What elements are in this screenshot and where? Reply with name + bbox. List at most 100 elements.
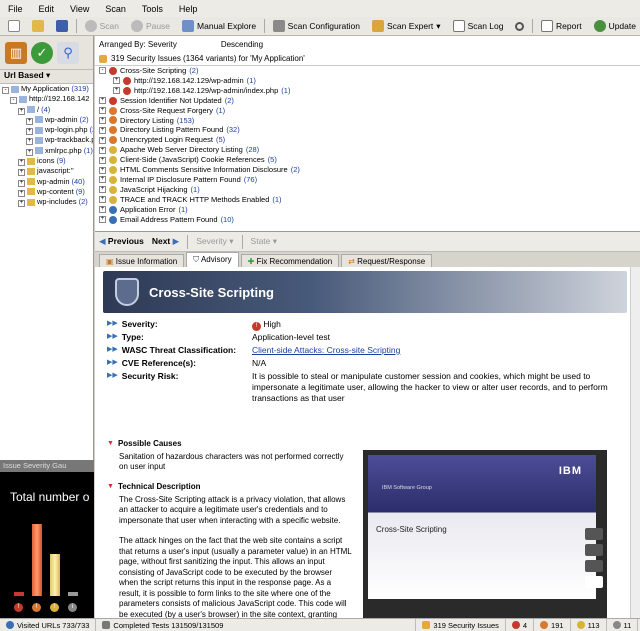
menu-scan[interactable]: Scan (105, 4, 126, 14)
checkmark-view-button[interactable]: ✓ (31, 41, 53, 64)
scan-expert-button[interactable]: Scan Expert ▾ (368, 18, 445, 34)
open-button[interactable] (28, 18, 48, 34)
new-button[interactable] (4, 18, 24, 34)
expand-icon[interactable]: + (99, 166, 106, 174)
tab-advisory[interactable]: ⛉ Advisory (186, 252, 239, 267)
issue-item[interactable]: + http://192.168.142.129/wp-admin (1) (99, 76, 640, 86)
previous-button[interactable]: ◀ Previous (99, 236, 144, 247)
severity-dropdown[interactable]: Severity ▾ (196, 236, 233, 247)
expand-icon[interactable]: + (26, 128, 33, 136)
scan-button[interactable]: Scan (81, 18, 123, 34)
issue-item[interactable]: + Internal IP Disclosure Pattern Found (76… (99, 175, 640, 185)
pause-button[interactable]: Pause (127, 18, 174, 34)
report-button[interactable]: Report (537, 18, 586, 34)
tree-item[interactable]: + wp-includes (2) (2, 197, 93, 208)
issue-item[interactable]: + Directory Listing Pattern Found (32) (99, 125, 640, 135)
expand-icon[interactable]: + (18, 159, 25, 167)
tree-item[interactable]: + wp-admin (40) (2, 177, 93, 187)
menu-file[interactable]: File (8, 4, 23, 14)
expand-icon[interactable]: + (18, 169, 25, 177)
scan-view-button[interactable]: ⚲ (57, 41, 79, 64)
scan-log-button[interactable]: Scan Log (449, 18, 508, 34)
tree-item[interactable]: + wp-trackback.p (2, 135, 93, 146)
expand-icon[interactable]: + (99, 146, 106, 154)
expand-icon[interactable]: + (99, 97, 106, 105)
issue-item[interactable]: + TRACE and TRACK HTTP Methods Enabled (1) (99, 195, 640, 205)
low-severity-icon (576, 621, 585, 629)
tab-fix-recommendation[interactable]: ✚ Fix Recommendation (240, 254, 340, 267)
manual-explore-button[interactable]: Manual Explore (178, 18, 260, 34)
content-scrollbar[interactable] (630, 267, 640, 619)
tree-item[interactable]: + wp-content (9) (2, 187, 93, 197)
issue-item[interactable]: - Cross-Site Scripting (2) (99, 66, 640, 76)
sort-order-label[interactable]: Descending (221, 40, 263, 50)
expand-icon[interactable]: + (113, 77, 120, 85)
menu-help[interactable]: Help (179, 4, 198, 14)
tree-item[interactable]: + javascript:'' (2, 166, 93, 177)
folder-icon (35, 126, 43, 134)
issue-item[interactable]: + HTML Comments Sensitive Information Dis… (99, 165, 640, 175)
expand-icon[interactable]: + (18, 189, 25, 197)
expand-icon[interactable]: + (99, 196, 106, 204)
expand-icon[interactable]: + (26, 148, 33, 156)
wasc-link[interactable]: Client-side Attacks: Cross-site Scriptin… (252, 345, 400, 355)
issue-item[interactable]: + Unencrypted Login Request (5) (99, 135, 640, 145)
expand-icon[interactable]: + (99, 176, 106, 184)
issue-item[interactable]: + Directory Listing (153) (99, 116, 640, 126)
menu-view[interactable]: View (70, 4, 89, 14)
menu-edit[interactable]: Edit (39, 4, 55, 14)
issue-item-count: (153) (176, 115, 195, 125)
tree-item[interactable]: + xmlrpc.php (1) (2, 146, 93, 156)
scan-configuration-button[interactable]: Scan Configuration (269, 18, 364, 34)
tab-request-response[interactable]: ⇄ Request/Response (341, 254, 433, 267)
expand-icon[interactable]: - (10, 97, 17, 105)
update-button[interactable]: Update (590, 18, 640, 34)
issue-item[interactable]: + JavaScript Hijacking (1) (99, 185, 640, 195)
play-icon[interactable] (585, 528, 603, 540)
fullscreen-icon[interactable] (585, 560, 603, 572)
expand-icon[interactable]: + (99, 206, 106, 214)
expand-icon[interactable]: + (26, 138, 33, 146)
save-button[interactable] (52, 18, 72, 34)
issue-item[interactable]: + Client-Side (JavaScript) Cookie Referen… (99, 155, 640, 165)
expand-icon[interactable]: - (99, 67, 106, 75)
expand-icon[interactable]: + (99, 156, 106, 164)
issue-item[interactable]: + Cross-Site Request Forgery (1) (99, 106, 640, 116)
medium-severity-icon: ! (32, 603, 41, 612)
expand-icon[interactable]: + (99, 116, 106, 124)
data-view-button[interactable]: ▥ (5, 41, 27, 64)
tree-item[interactable]: + wp-login.php(2) (2, 125, 93, 136)
expand-icon[interactable]: + (99, 136, 106, 144)
tree-item[interactable]: - http://192.168.142 (2, 94, 93, 105)
expand-icon[interactable]: - (2, 87, 9, 94)
expand-icon[interactable]: + (18, 179, 25, 187)
issue-item[interactable]: + Application Error (1) (99, 205, 640, 215)
expand-icon[interactable]: + (26, 117, 33, 125)
tree-item[interactable]: + wp-admin (2) (2, 115, 93, 125)
next-button[interactable]: Next ▶ (152, 236, 179, 247)
expand-icon[interactable]: + (113, 87, 120, 95)
menu-tools[interactable]: Tools (142, 4, 163, 14)
volume-icon[interactable] (585, 544, 603, 556)
expand-icon[interactable]: + (99, 107, 106, 115)
collapse-icon[interactable]: ▼ (107, 482, 114, 493)
expand-icon[interactable]: + (18, 200, 25, 208)
collapse-icon[interactable]: ▼ (107, 439, 114, 450)
issue-item[interactable]: + Session Identifier Not Updated (2) (99, 96, 640, 106)
expand-icon[interactable]: + (18, 107, 25, 115)
tree-item[interactable]: - My Application (319) (2, 84, 93, 94)
issue-item[interactable]: + Email Address Pattern Found (10) (99, 215, 640, 225)
url-based-dropdown[interactable]: Url Based ▾ (0, 70, 93, 84)
issue-item[interactable]: + http://192.168.142.129/wp-admin/index.p… (99, 86, 640, 96)
expand-icon[interactable]: + (99, 216, 106, 224)
arranged-by-label[interactable]: Arranged By: Severity (99, 40, 177, 50)
issue-item[interactable]: + Apache Web Server Directory Listing (28) (99, 145, 640, 155)
advisory-video[interactable]: IBM IBM Software Group Cross-Site Script… (363, 450, 607, 619)
state-dropdown[interactable]: State ▾ (251, 236, 278, 247)
tree-item[interactable]: + / (4) (2, 105, 93, 115)
tree-item[interactable]: + icons (9) (2, 156, 93, 167)
expand-icon[interactable]: + (99, 186, 106, 194)
tab-issue-information[interactable]: ▣ Issue Information (99, 254, 185, 267)
expand-icon[interactable]: + (99, 126, 106, 134)
search-button[interactable] (511, 18, 528, 34)
